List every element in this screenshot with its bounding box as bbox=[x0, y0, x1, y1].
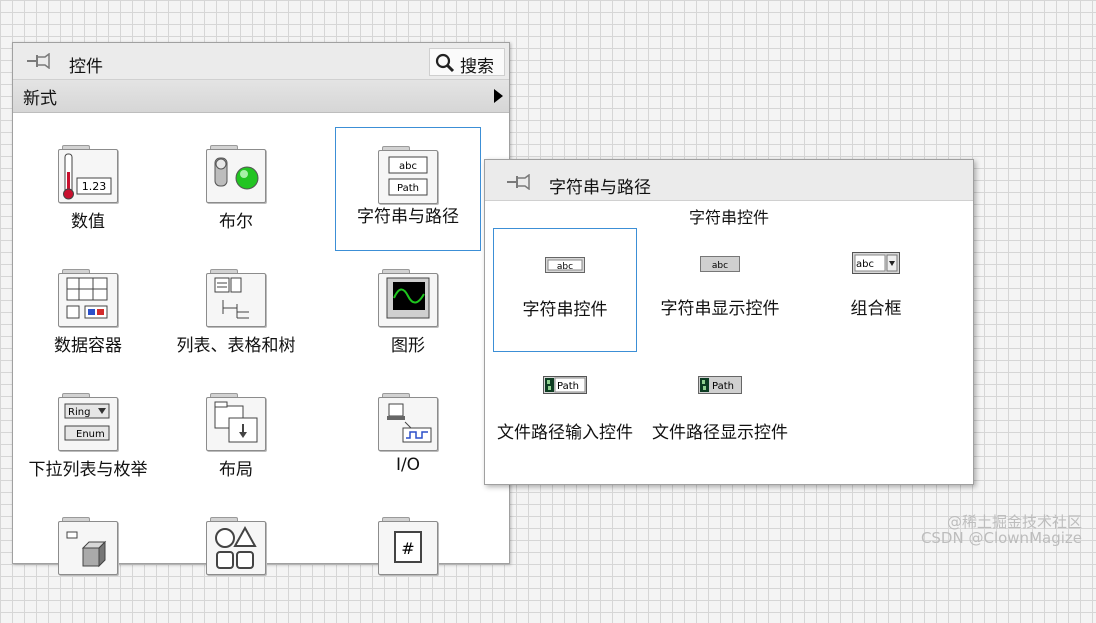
subpalette-hover-name: 字符串控件 bbox=[688, 208, 769, 227]
search-icon bbox=[435, 53, 455, 73]
file-path-indicator-item[interactable]: Path 文件路径显示控件 bbox=[647, 356, 793, 480]
palette-item-graph[interactable]: 图形 bbox=[335, 251, 481, 375]
controls-palette: 控件 搜索 新式 1.23 数值 布尔 abc Path 字符串与路径 数据容器… bbox=[12, 42, 510, 575]
svg-text:Path: Path bbox=[712, 381, 734, 392]
svg-text:Path: Path bbox=[557, 381, 579, 392]
svg-text:#: # bbox=[401, 539, 414, 558]
svg-text:1.23: 1.23 bbox=[82, 180, 107, 193]
svg-text:Path: Path bbox=[397, 183, 419, 194]
palette-item-label: 布局 bbox=[219, 460, 253, 480]
svg-text:Enum: Enum bbox=[76, 429, 105, 440]
item-label: 字符串显示控件 bbox=[660, 299, 780, 319]
list-table-tree-icon bbox=[206, 269, 266, 327]
palette-item-label: 列表、表格和树 bbox=[176, 336, 296, 356]
item-label: 文件路径输入控件 bbox=[497, 423, 633, 443]
ring-enum-icon: Ring Enum bbox=[58, 393, 118, 451]
graph-icon bbox=[378, 269, 438, 327]
file-path-indicator-icon: Path bbox=[698, 376, 742, 394]
palette-item-ring-enum[interactable]: Ring Enum 下拉列表与枚举 bbox=[15, 375, 161, 499]
palette-item-label: 数据容器 bbox=[54, 336, 122, 356]
string-path-subpalette: 字符串与路径 字符串控件 abc 字符串控件 abc 字符串显示控件 abc 组… bbox=[484, 159, 974, 485]
palette-item-boolean[interactable]: 布尔 bbox=[163, 127, 309, 251]
svg-text:abc: abc bbox=[712, 261, 728, 271]
palette-item-label: 数值 bbox=[71, 212, 105, 232]
file-path-control-icon: Path bbox=[543, 376, 587, 394]
palette-item-label: 布尔 bbox=[219, 212, 253, 232]
numeric-icon: 1.23 bbox=[58, 145, 118, 203]
watermark: @稀土掘金技术社区 CSDN @ClownMagize bbox=[921, 514, 1082, 546]
svg-text:Ring: Ring bbox=[68, 407, 90, 418]
item-label: 字符串控件 bbox=[522, 300, 608, 320]
layout-icon bbox=[206, 393, 266, 451]
io-icon bbox=[378, 393, 438, 451]
category-bar[interactable]: 新式 bbox=[13, 80, 509, 113]
data-container-icon bbox=[58, 269, 118, 327]
shapes-icon bbox=[206, 517, 266, 575]
palette-item-list-table-tree[interactable]: 列表、表格和树 bbox=[163, 251, 309, 375]
category-label: 新式 bbox=[23, 89, 57, 109]
palette-item-data-container[interactable]: 数据容器 bbox=[15, 251, 161, 375]
file-path-control-item[interactable]: Path 文件路径输入控件 bbox=[493, 356, 637, 480]
palette-item-label: 下拉列表与枚举 bbox=[28, 460, 148, 480]
string-control-item[interactable]: abc 字符串控件 bbox=[493, 228, 637, 352]
hash-icon: # bbox=[378, 517, 438, 575]
subpalette-title-bar[interactable]: 字符串与路径 bbox=[485, 160, 973, 201]
string-path-icon: abc Path bbox=[378, 146, 438, 204]
string-indicator-item[interactable]: abc 字符串显示控件 bbox=[647, 228, 793, 352]
expand-arrow-icon[interactable] bbox=[494, 89, 503, 103]
item-label: 文件路径显示控件 bbox=[652, 423, 788, 443]
pin-icon[interactable] bbox=[27, 53, 53, 69]
string-indicator-icon: abc bbox=[700, 256, 740, 272]
palette-item-label: I/O bbox=[395, 455, 421, 475]
palette-item-numeric[interactable]: 1.23 数值 bbox=[15, 127, 161, 251]
subpalette-title: 字符串与路径 bbox=[549, 178, 651, 198]
palette-item-label: 字符串与路径 bbox=[357, 207, 459, 227]
cube-icon bbox=[58, 517, 118, 575]
combo-box-icon: abc bbox=[852, 252, 900, 274]
watermark-line-2: CSDN @ClownMagize bbox=[920, 529, 1082, 547]
palette-item-string-path[interactable]: abc Path 字符串与路径 bbox=[335, 127, 481, 251]
palette-item-shapes[interactable] bbox=[163, 499, 309, 623]
search-button[interactable]: 搜索 bbox=[429, 48, 505, 77]
pin-icon[interactable] bbox=[507, 174, 533, 190]
palette-item-refnum[interactable]: # bbox=[335, 499, 481, 623]
search-label: 搜索 bbox=[460, 57, 494, 77]
palette-item-layout[interactable]: 布局 bbox=[163, 375, 309, 499]
palette-item-io[interactable]: I/O bbox=[335, 375, 481, 499]
svg-text:abc: abc bbox=[399, 161, 417, 172]
combo-box-item[interactable]: abc 组合框 bbox=[803, 228, 949, 352]
palette-title: 控件 bbox=[69, 57, 103, 77]
svg-text:abc: abc bbox=[856, 259, 874, 270]
watermark-line-1: @稀土掘金技术社区 bbox=[946, 513, 1082, 531]
palette-item-label: 图形 bbox=[391, 336, 425, 356]
palette-title-bar[interactable]: 控件 搜索 bbox=[13, 43, 509, 80]
item-label: 组合框 bbox=[850, 299, 902, 319]
svg-text:abc: abc bbox=[557, 262, 573, 272]
palette-item-decorations[interactable] bbox=[15, 499, 161, 623]
string-control-icon: abc bbox=[545, 257, 585, 273]
boolean-icon bbox=[206, 145, 266, 203]
